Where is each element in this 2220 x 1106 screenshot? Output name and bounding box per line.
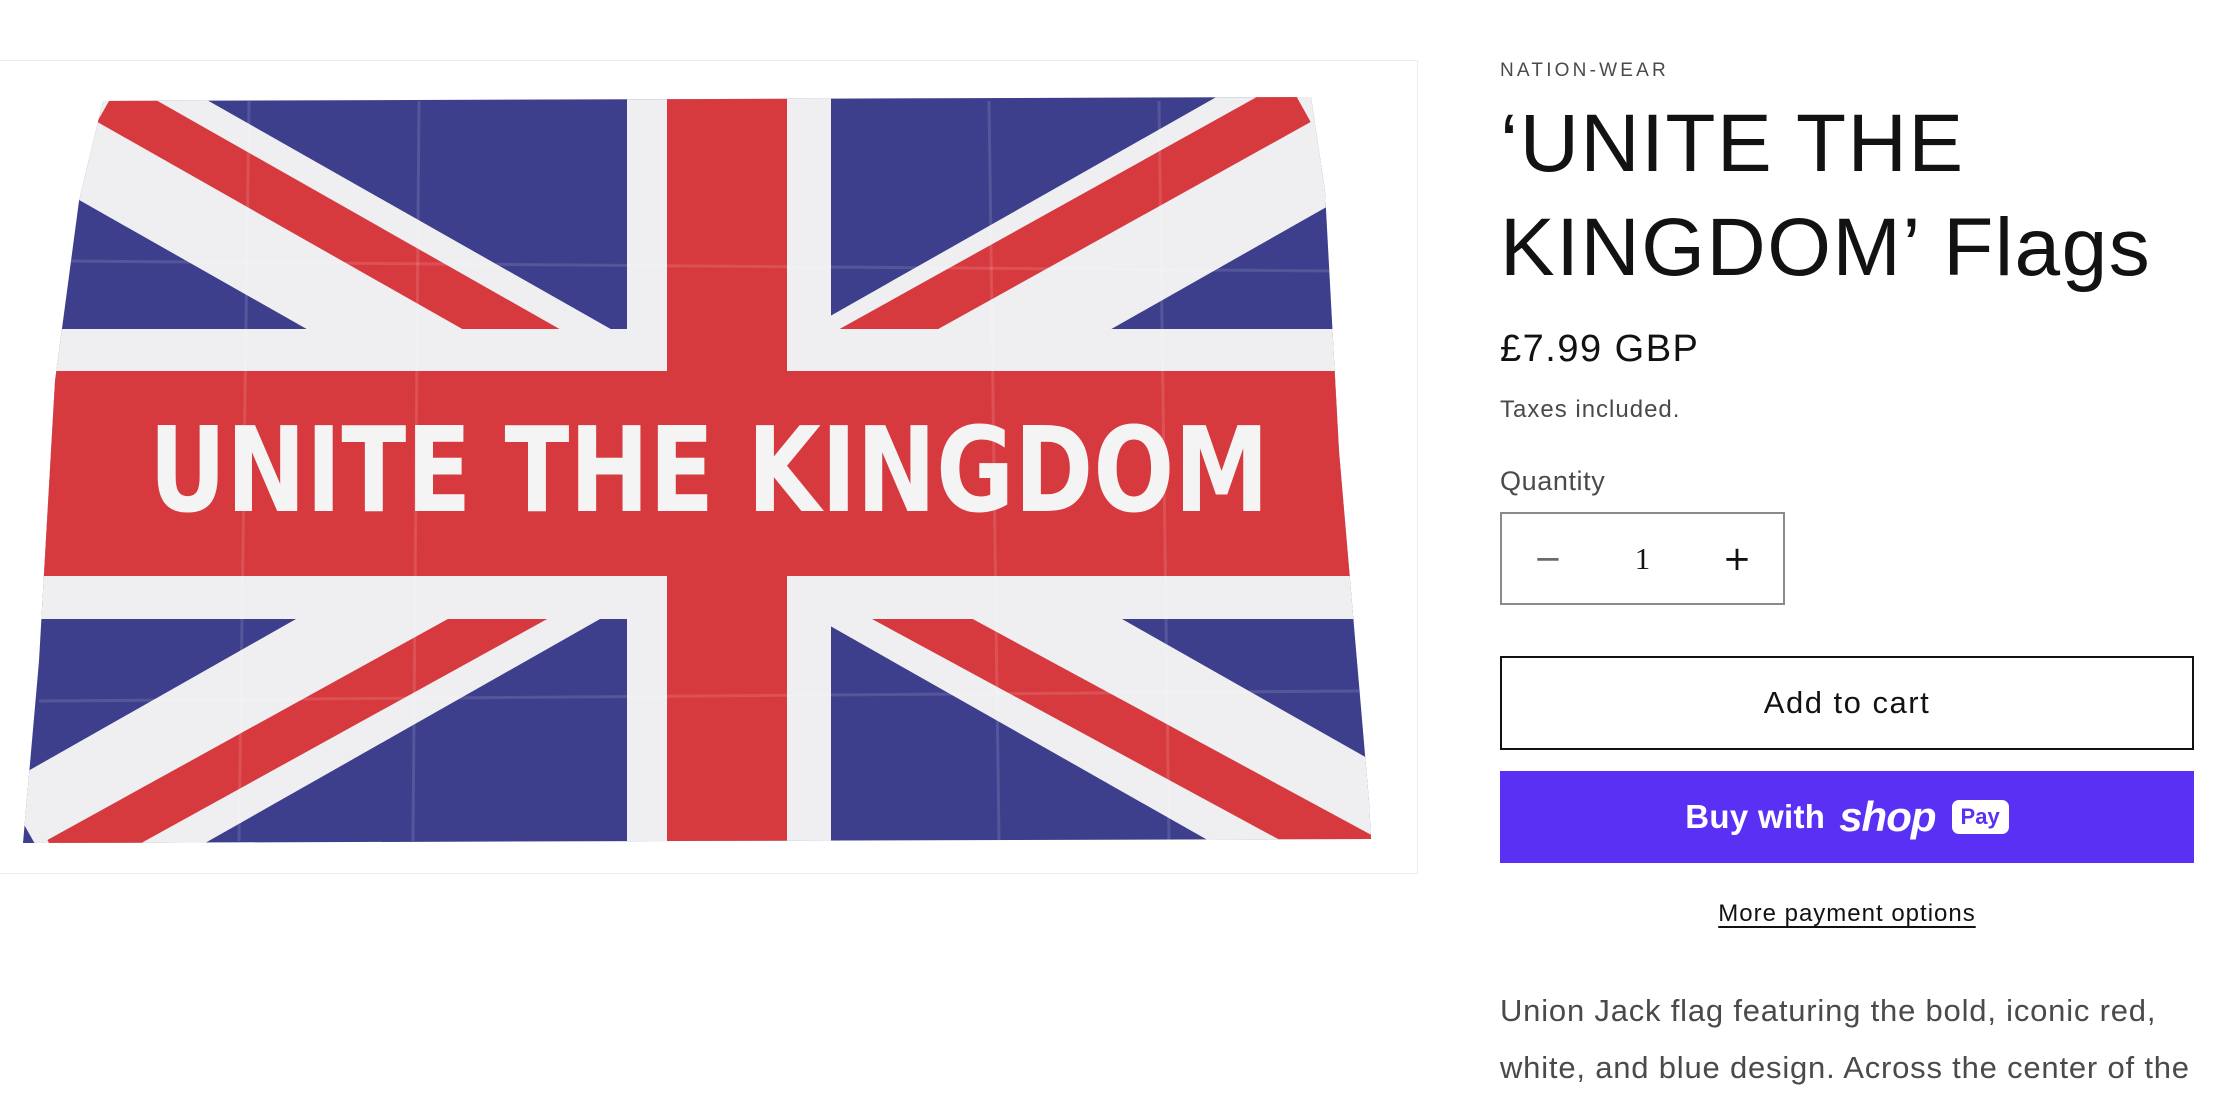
add-to-cart-button[interactable]: Add to cart — [1500, 656, 2194, 750]
product-price: £7.99 GBP — [1500, 328, 1700, 370]
more-payment-options-link[interactable]: More payment options — [1718, 900, 1975, 927]
product-page: UNITE THE KINGDOM NATION-WEAR ‘UNITE THE… — [0, 0, 2220, 1106]
pay-badge: Pay — [1951, 800, 2009, 834]
union-jack-flag-image: UNITE THE KINGDOM — [23, 97, 1371, 843]
vendor-label: NATION-WEAR — [1500, 60, 1669, 81]
buy-with-label: Buy with — [1685, 798, 1826, 835]
product-title: ‘UNITE THE KINGDOM’ Flags — [1500, 98, 2152, 293]
more-payment-options: More payment options — [1500, 900, 2194, 928]
flag-banner-text: UNITE THE KINGDOM — [149, 401, 1269, 539]
tax-note: Taxes included. — [1500, 396, 1681, 423]
quantity-increase-button[interactable]: + — [1691, 514, 1783, 603]
product-description: Union Jack flag featuring the bold, icon… — [1500, 993, 2190, 1085]
quantity-input[interactable] — [1594, 514, 1691, 603]
quantity-label: Quantity — [1500, 466, 1606, 496]
shop-logo: shop — [1839, 793, 1936, 840]
quantity-decrease-button[interactable]: − — [1502, 514, 1594, 603]
quantity-stepper: − + — [1500, 512, 1785, 605]
buy-with-shop-pay-button[interactable]: Buy with shop Pay — [1500, 771, 2194, 863]
product-image[interactable]: UNITE THE KINGDOM — [0, 60, 1418, 874]
